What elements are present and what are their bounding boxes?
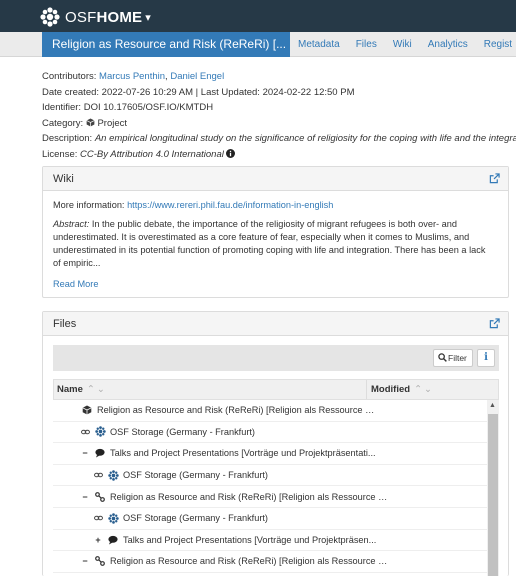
- scrollbar[interactable]: ▲: [487, 400, 499, 576]
- project-metadata: Contributors: Marcus Penthin, Daniel Eng…: [42, 69, 516, 162]
- column-modified[interactable]: Modified ⌃⌄: [366, 380, 434, 399]
- file-tree-row-label[interactable]: Talks and Project Presentations [Vorträg…: [110, 448, 376, 458]
- nav-wiki[interactable]: Wiki: [385, 32, 420, 57]
- storage-icon: [107, 469, 119, 481]
- files-panel-header: Files: [43, 312, 508, 336]
- wiki-panel-header: Wiki: [43, 167, 508, 191]
- license-line: License: CC-By Attribution 4.0 Internati…: [42, 147, 516, 163]
- abstract-line: of empiric...: [53, 258, 101, 268]
- more-info-label: More information:: [53, 200, 125, 210]
- file-tree-row-label[interactable]: Religion as Resource and Risk (ReReRi) […: [97, 405, 377, 415]
- component-icon: [94, 555, 106, 567]
- column-modified-label: Modified: [371, 384, 411, 395]
- top-navbar: OSFHOME ▾: [0, 0, 516, 32]
- cube-icon: [86, 117, 95, 127]
- brand-text: OSFHOME: [65, 9, 142, 26]
- abstract-label: Abstract:: [53, 219, 90, 229]
- storage-icon: [107, 512, 119, 524]
- wiki-panel-title: Wiki: [53, 173, 74, 185]
- file-tree-row[interactable]: − Talks and Project Presentations [Vorträ…: [53, 443, 487, 465]
- sort-icon[interactable]: ⌃⌄: [414, 384, 434, 395]
- more-info-line: More information: https://www.rereri.phi…: [53, 199, 498, 212]
- nav-registrations[interactable]: Regist: [476, 32, 516, 57]
- project-navbar: Religion as Resource and Risk (ReReRi) […: [0, 32, 516, 57]
- collapse-toggle[interactable]: −: [80, 492, 90, 502]
- file-tree-row-label[interactable]: OSF Storage (Germany - Frankfurt): [123, 513, 268, 523]
- storage-icon: [94, 426, 106, 438]
- file-tree-row[interactable]: − Religion as Resource and Risk (ReReRi) …: [53, 486, 487, 508]
- caret-down-icon: ▾: [145, 11, 151, 24]
- project-nav-links: Metadata Files Wiki Analytics Regist: [290, 32, 516, 57]
- nav-analytics[interactable]: Analytics: [420, 32, 476, 57]
- file-tree-row[interactable]: OSF Storage (Germany - Frankfurt): [53, 508, 487, 530]
- wiki-body: More information: https://www.rereri.phi…: [43, 191, 508, 299]
- files-toolbar: Filter i: [53, 345, 499, 371]
- abstract-line: underestimated. It is overestimated as a…: [53, 232, 470, 242]
- link-toggle-icon[interactable]: [93, 470, 103, 480]
- info-circle-icon[interactable]: [226, 148, 236, 158]
- collapse-toggle[interactable]: −: [80, 556, 90, 566]
- scrollbar-thumb[interactable]: [488, 414, 498, 576]
- category-line: Category: Project: [42, 116, 516, 132]
- filter-label: Filter: [448, 353, 467, 363]
- link-toggle-icon[interactable]: [93, 513, 103, 523]
- file-tree-row[interactable]: OSF Storage (Germany - Frankfurt): [53, 465, 487, 487]
- file-tree-row[interactable]: − Religion as Resource and Risk (ReReRi) …: [53, 551, 487, 573]
- external-link-icon[interactable]: [489, 173, 500, 184]
- wiki-panel: Wiki More information: https://www.rerer…: [42, 166, 509, 298]
- expand-toggle[interactable]: +: [93, 535, 103, 545]
- comment-icon: [94, 447, 106, 459]
- nav-files[interactable]: Files: [348, 32, 385, 57]
- abstract-line: underestimated in its potential function…: [53, 245, 486, 255]
- link-toggle-icon[interactable]: [80, 427, 90, 437]
- project-title-link[interactable]: Religion as Resource and Risk (ReReRi) […: [42, 32, 290, 57]
- license-value: CC-By Attribution 4.0 International: [80, 148, 224, 160]
- abstract: Abstract: In the public debate, the impo…: [53, 218, 498, 270]
- description-label: Description:: [42, 133, 93, 144]
- contributor-link[interactable]: Daniel Engel: [170, 71, 224, 82]
- identifier-line: Identifier: DOI 10.17605/OSF.IO/KMTDH: [42, 102, 214, 113]
- collapse-toggle[interactable]: −: [80, 448, 90, 458]
- filter-button[interactable]: Filter: [433, 349, 473, 367]
- file-tree-row-label[interactable]: OSF Storage (Germany - Frankfurt): [110, 427, 255, 437]
- file-tree-row-label[interactable]: Religion as Resource and Risk (ReReRi) […: [110, 492, 390, 502]
- description-line: Description: An empirical longitudinal s…: [42, 131, 516, 147]
- cube-icon: [81, 404, 93, 416]
- scroll-up-icon[interactable]: ▲: [489, 402, 496, 409]
- more-info-link[interactable]: https://www.rereri.phil.fau.de/informati…: [127, 200, 333, 210]
- brand-home: HOME: [96, 8, 143, 26]
- file-tree: Religion as Resource and Risk (ReReRi) […: [53, 400, 487, 576]
- osf-logo-icon: [40, 7, 60, 27]
- category-label: Category:: [42, 117, 84, 129]
- contributors-line: Contributors: Marcus Penthin, Daniel Eng…: [42, 69, 516, 85]
- info-button[interactable]: i: [477, 349, 495, 367]
- file-tree-row-label[interactable]: Talks and Project Presentations [Vorträg…: [123, 535, 376, 545]
- category-value: Project: [97, 117, 128, 129]
- file-tree-row[interactable]: + Talks and Project Presentations [Vorträ…: [53, 530, 487, 552]
- contributor-link[interactable]: Marcus Penthin: [99, 71, 165, 82]
- abstract-line: In the public debate, the importance of …: [91, 219, 457, 229]
- component-icon: [94, 491, 106, 503]
- files-panel: Files Filter i Name ⌃⌄ Modified ⌃⌄ Religio…: [42, 311, 509, 576]
- license-label: License:: [42, 148, 78, 160]
- search-icon: [438, 353, 447, 362]
- contributors-label: Contributors:: [42, 71, 97, 82]
- file-tree-row[interactable]: Religion as Resource and Risk (ReReRi) […: [53, 400, 487, 422]
- dates-line: Date created: 2022-07-26 10:29 AM | Last…: [42, 86, 355, 98]
- external-link-icon[interactable]: [489, 318, 500, 329]
- osf-home-menu[interactable]: OSFHOME ▾: [40, 7, 151, 27]
- files-panel-title: Files: [53, 318, 77, 330]
- column-name[interactable]: Name ⌃⌄: [57, 380, 107, 399]
- file-tree-row-label[interactable]: Religion as Resource and Risk (ReReRi) […: [110, 556, 390, 566]
- brand-osf: OSF: [65, 8, 97, 26]
- read-more-link[interactable]: Read More: [53, 278, 498, 291]
- nav-metadata[interactable]: Metadata: [290, 32, 348, 57]
- file-tree-row-label[interactable]: OSF Storage (Germany - Frankfurt): [123, 470, 268, 480]
- column-name-label: Name: [57, 384, 83, 395]
- comment-icon: [107, 534, 119, 546]
- description-value: An empirical longitudinal study on the s…: [94, 133, 516, 144]
- sort-icon[interactable]: ⌃⌄: [87, 384, 107, 395]
- files-table-header: Name ⌃⌄ Modified ⌃⌄: [53, 379, 499, 400]
- file-tree-row[interactable]: OSF Storage (Germany - Frankfurt): [53, 422, 487, 444]
